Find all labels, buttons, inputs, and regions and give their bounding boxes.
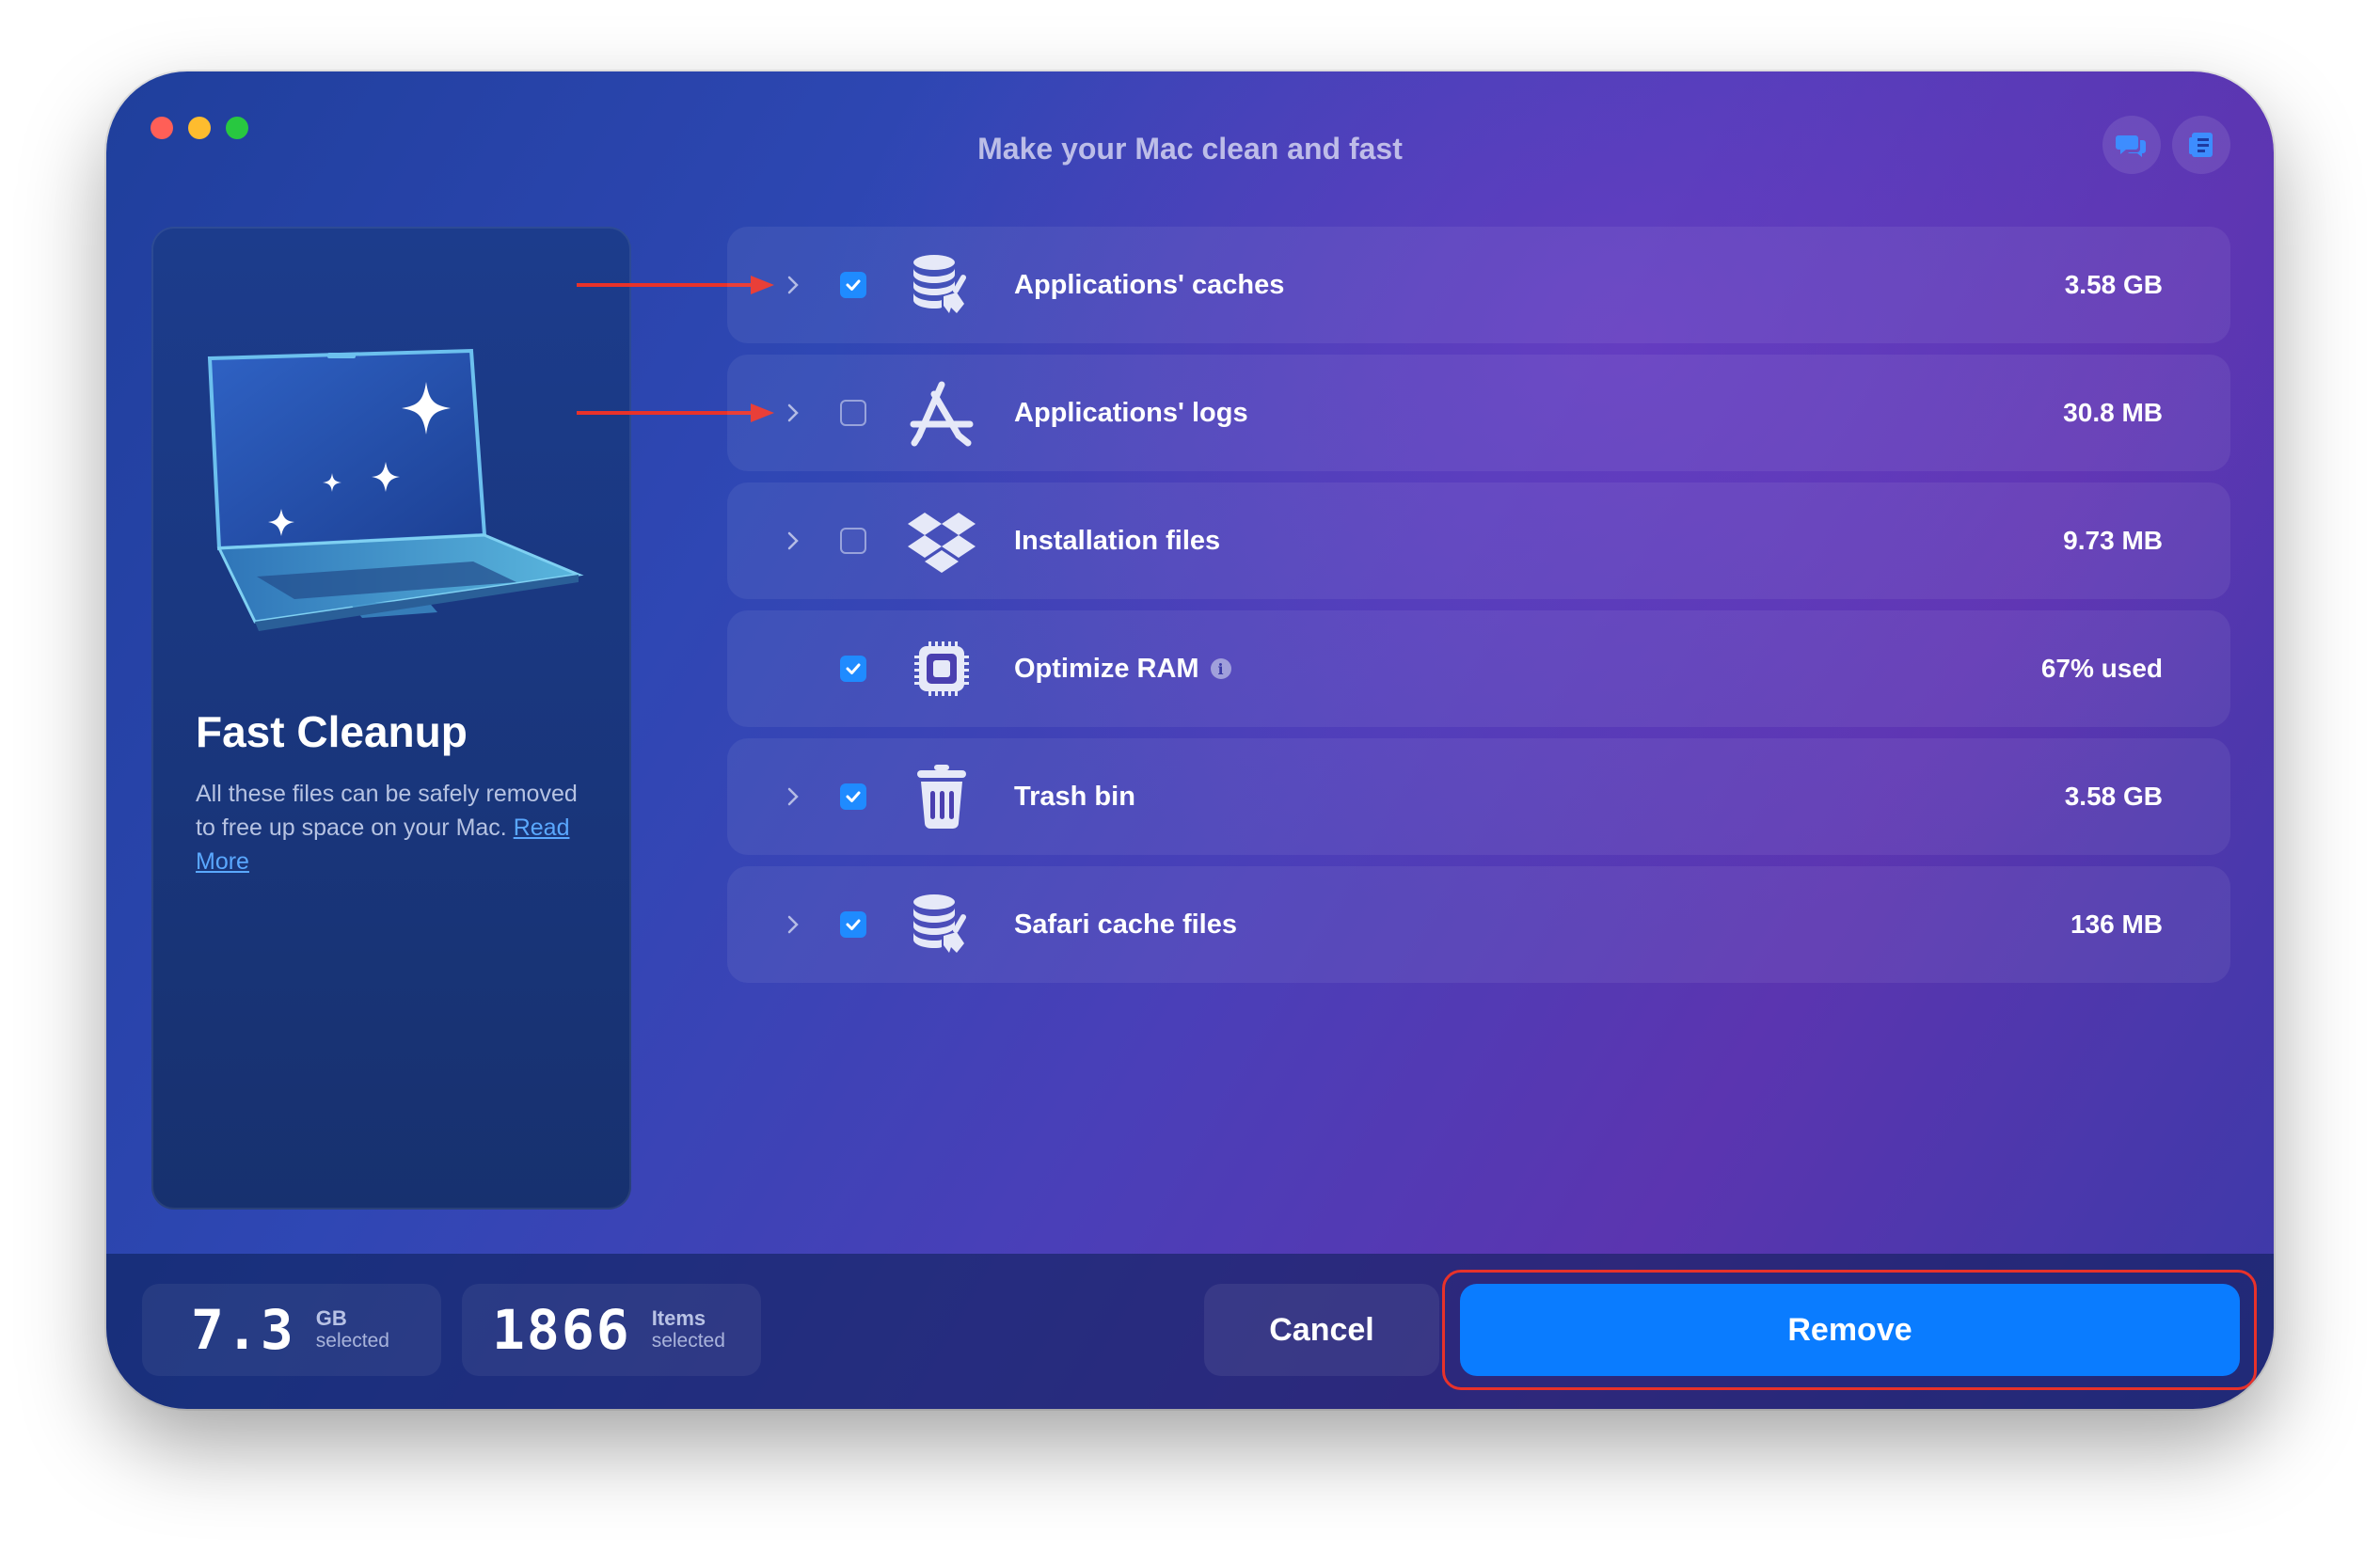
checkmark-icon: [846, 791, 861, 802]
selected-size-stat: 7.3 GB selected: [142, 1284, 441, 1376]
item-size: 30.8 MB: [2063, 398, 2163, 427]
cancel-button[interactable]: Cancel: [1204, 1284, 1439, 1376]
chat-button[interactable]: [2102, 116, 2161, 174]
cleanup-items-list: Applications' caches 3.58 GB Application…: [727, 227, 2230, 994]
checkmark-icon: [846, 663, 861, 674]
item-checkbox[interactable]: [840, 272, 866, 298]
item-label: Optimize RAM i: [1014, 654, 1231, 685]
item-checkbox[interactable]: [840, 911, 866, 938]
list-item[interactable]: Applications' logs 30.8 MB: [727, 355, 2230, 471]
list-item[interactable]: Applications' caches 3.58 GB: [727, 227, 2230, 343]
item-size: 3.58 GB: [2064, 270, 2163, 299]
item-label: Safari cache files: [1014, 909, 1237, 940]
selected-items-caption: selected: [651, 1330, 725, 1352]
list-item[interactable]: Installation files 9.73 MB: [727, 482, 2230, 599]
item-size: 3.58 GB: [2064, 782, 2163, 811]
document-list-icon: [2189, 133, 2213, 157]
item-label: Installation files: [1014, 525, 1221, 556]
trash-icon: [917, 765, 966, 829]
list-item[interactable]: Trash bin 3.58 GB: [727, 738, 2230, 855]
app-window: Make your Mac clean and fast Fast Cleanu…: [106, 71, 2274, 1409]
item-label: Applications' logs: [1014, 397, 1248, 428]
selected-items-value: 1866: [492, 1298, 631, 1362]
item-label: Trash bin: [1014, 781, 1135, 812]
laptop-sparkle-icon: [207, 348, 584, 631]
window-title: Make your Mac clean and fast: [977, 132, 1403, 166]
dropbox-boxes-icon: [908, 513, 976, 573]
item-size: 9.73 MB: [2063, 526, 2163, 555]
chevron-right-icon[interactable]: [784, 785, 802, 808]
checkmark-icon: [846, 919, 861, 930]
item-checkbox[interactable]: [840, 400, 866, 426]
item-label: Applications' caches: [1014, 269, 1285, 300]
chat-bubbles-icon: [2116, 135, 2146, 157]
chevron-right-icon[interactable]: [784, 530, 802, 552]
selected-size-value: 7.3: [191, 1298, 295, 1362]
item-size: 136 MB: [2070, 909, 2163, 939]
footer-bar: 7.3 GB selected 1866 Items selected Canc…: [106, 1254, 2274, 1409]
card-title: Fast Cleanup: [196, 707, 468, 756]
fast-cleanup-card: Fast Cleanup All these files can be safe…: [151, 227, 631, 1210]
selected-items-unit: Items: [651, 1306, 706, 1330]
chevron-right-icon[interactable]: [784, 913, 802, 936]
item-checkbox[interactable]: [840, 783, 866, 810]
remove-button[interactable]: Remove: [1460, 1284, 2240, 1376]
list-item[interactable]: Safari cache files 136 MB: [727, 866, 2230, 983]
item-checkbox[interactable]: [840, 656, 866, 682]
database-broom-icon: [913, 255, 966, 313]
list-item[interactable]: Optimize RAM i 67% used: [727, 610, 2230, 727]
report-button[interactable]: [2172, 116, 2230, 174]
chevron-right-icon[interactable]: [784, 402, 802, 424]
selected-items-stat: 1866 Items selected: [462, 1284, 761, 1376]
info-icon[interactable]: i: [1210, 658, 1231, 679]
item-checkbox[interactable]: [840, 528, 866, 554]
selected-size-unit: GB: [315, 1306, 347, 1330]
card-description: All these files can be safely removed to…: [196, 777, 600, 878]
selected-size-caption: selected: [315, 1330, 389, 1352]
chip-icon: [914, 641, 969, 696]
database-broom-icon: [913, 894, 966, 953]
checkmark-icon: [846, 279, 861, 291]
app-store-icon: [910, 381, 974, 447]
chevron-right-icon[interactable]: [784, 274, 802, 296]
item-size: 67% used: [2040, 654, 2163, 683]
toolbar-icons: [2102, 116, 2230, 174]
